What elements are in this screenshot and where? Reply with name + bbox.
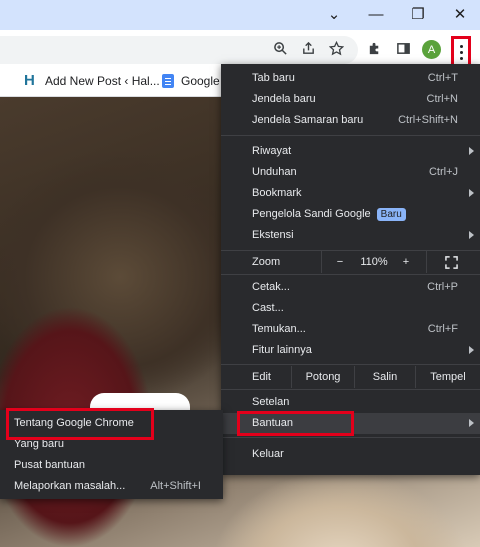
zoom-label: Zoom: [252, 256, 281, 268]
tab-search-button[interactable]: ⌄: [313, 0, 355, 28]
bookmark-star-icon[interactable]: [326, 38, 346, 58]
menu-item-label: Ekstensi: [252, 229, 294, 241]
menu-item-label: Bookmark: [252, 187, 302, 199]
menu-divider: [221, 135, 480, 136]
submenu-arrow-icon: [469, 346, 474, 354]
docs-icon: [162, 74, 174, 88]
menu-item-shortcut: Ctrl+N: [426, 93, 458, 105]
menu-item-label: Cetak...: [252, 281, 290, 293]
avatar[interactable]: A: [422, 40, 441, 59]
menu-item-label: Keluar: [252, 448, 284, 460]
submenu-arrow-icon: [469, 419, 474, 427]
menu-item-find[interactable]: Temukan... Ctrl+F: [221, 319, 480, 340]
menu-item-new-tab[interactable]: Tab baru Ctrl+T: [221, 68, 480, 89]
paste-button[interactable]: Tempel: [416, 366, 480, 388]
menu-item-settings[interactable]: Setelan: [221, 392, 480, 413]
zoom-icon[interactable]: [270, 38, 290, 58]
highlight-help: [237, 411, 354, 436]
zoom-in-button[interactable]: +: [394, 251, 418, 273]
close-window-button[interactable]: ✕: [439, 0, 480, 28]
fullscreen-icon[interactable]: [440, 251, 462, 273]
side-panel-icon[interactable]: [393, 38, 413, 58]
menu-item-downloads[interactable]: Unduhan Ctrl+J: [221, 162, 480, 183]
submenu-item-shortcut: Alt+Shift+I: [150, 480, 201, 492]
menu-item-print[interactable]: Cetak... Ctrl+P: [221, 277, 480, 298]
menu-item-label: Cast...: [252, 302, 284, 314]
zoom-level: 110%: [360, 256, 388, 268]
submenu-arrow-icon: [469, 231, 474, 239]
menu-item-incognito[interactable]: Jendela Samaran baru Ctrl+Shift+N: [221, 110, 480, 131]
menu-item-extensions[interactable]: Ekstensi: [221, 225, 480, 246]
menu-item-shortcut: Ctrl+P: [427, 281, 458, 293]
menu-divider: [221, 274, 480, 275]
dot: [459, 50, 463, 54]
menu-item-more-tools[interactable]: Fitur lainnya: [221, 340, 480, 361]
submenu-arrow-icon: [469, 189, 474, 197]
edit-label: Edit: [252, 371, 271, 383]
h-icon: H: [24, 72, 35, 89]
divider: [321, 251, 322, 273]
menu-item-exit[interactable]: Keluar: [221, 444, 480, 465]
submenu-item-help-center[interactable]: Pusat bantuan: [0, 455, 223, 476]
share-icon[interactable]: [298, 38, 318, 58]
dot: [459, 56, 463, 60]
menu-item-text: Pengelola Sandi Google: [252, 208, 371, 220]
divider: [426, 251, 427, 273]
menu-item-label: Jendela Samaran baru: [252, 114, 364, 126]
menu-divider: [221, 389, 480, 390]
copy-button[interactable]: Salin: [355, 366, 415, 388]
menu-item-label: Riwayat: [252, 145, 292, 157]
menu-item-history[interactable]: Riwayat: [221, 141, 480, 162]
cut-button[interactable]: Potong: [292, 366, 354, 388]
menu-item-label: Fitur lainnya: [252, 344, 312, 356]
bookmark-add-new-post[interactable]: H Add New Post ‹ Hal...: [24, 72, 160, 89]
menu-item-bookmarks[interactable]: Bookmark: [221, 183, 480, 204]
menu-item-shortcut: Ctrl+T: [427, 72, 458, 84]
highlight-about-chrome: [6, 408, 154, 440]
submenu-item-label: Pusat bantuan: [14, 459, 85, 471]
bookmark-label: Google: [181, 74, 220, 88]
zoom-out-button[interactable]: −: [328, 251, 352, 273]
menu-item-label: Jendela baru: [252, 93, 316, 105]
zoom-row: Zoom − 110% +: [221, 251, 480, 273]
restore-button[interactable]: ❐: [397, 0, 439, 28]
new-badge: Baru: [376, 208, 406, 221]
menu-item-cast[interactable]: Cast...: [221, 298, 480, 319]
menu-item-password-manager[interactable]: Pengelola Sandi Google Baru: [221, 204, 480, 225]
menu-item-shortcut: Ctrl+J: [428, 166, 458, 178]
title-bar: ⌄ — ❐ ✕: [0, 0, 480, 30]
menu-item-label: Temukan...: [252, 323, 306, 335]
bookmark-google[interactable]: Google: [162, 74, 220, 88]
menu-item-shortcut: Ctrl+F: [427, 323, 458, 335]
menu-item-label: Unduhan: [252, 166, 297, 178]
menu-divider: [221, 364, 480, 365]
submenu-item-label: Melaporkan masalah...: [14, 480, 126, 492]
extensions-icon[interactable]: [364, 38, 384, 58]
submenu-arrow-icon: [469, 147, 474, 155]
menu-item-shortcut: Ctrl+Shift+N: [398, 114, 458, 126]
bookmark-label: Add New Post ‹ Hal...: [45, 74, 160, 88]
dot: [459, 44, 463, 48]
menu-divider: [221, 437, 480, 438]
menu-item-label: Pengelola Sandi Google Baru: [252, 208, 406, 221]
minimize-button[interactable]: —: [355, 0, 397, 28]
edit-row: Edit Potong Salin Tempel: [221, 366, 480, 388]
submenu-item-report-issue[interactable]: Melaporkan masalah... Alt+Shift+I: [0, 476, 223, 497]
menu-item-label: Setelan: [252, 396, 290, 408]
menu-item-new-window[interactable]: Jendela baru Ctrl+N: [221, 89, 480, 110]
menu-item-label: Tab baru: [252, 72, 295, 84]
